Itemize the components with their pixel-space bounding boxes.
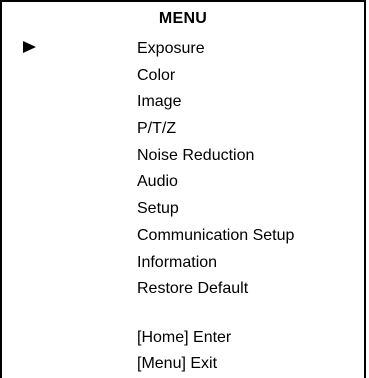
menu-item-label: Noise Reduction xyxy=(137,146,255,164)
menu-item-image[interactable]: Image xyxy=(2,89,364,116)
menu-item-label: Setup xyxy=(137,200,179,218)
enter-hint: [Home] Enter xyxy=(137,329,232,346)
menu-title: MENU xyxy=(158,10,208,27)
menu-item-setup[interactable]: Setup xyxy=(2,196,364,223)
menu-list: Exposure Color Image P/T/Z Noise Reducti… xyxy=(2,36,364,303)
menu-item-label: Color xyxy=(137,66,176,84)
menu-item-restore-default[interactable]: Restore Default xyxy=(2,276,364,303)
menu-item-label: P/T/Z xyxy=(137,120,177,138)
osd-menu-panel: MENU Exposure Color Image P/T/Z Noise Re… xyxy=(0,0,366,378)
menu-item-noise-reduction[interactable]: Noise Reduction xyxy=(2,143,364,170)
menu-item-label: Image xyxy=(137,93,182,111)
menu-item-label: Communication Setup xyxy=(137,226,295,244)
menu-item-communication-setup[interactable]: Communication Setup xyxy=(2,223,364,250)
menu-item-information[interactable]: Information xyxy=(2,250,364,277)
menu-item-exposure[interactable]: Exposure xyxy=(2,36,364,63)
menu-item-label: Audio xyxy=(137,173,178,191)
menu-item-label: Information xyxy=(137,253,218,271)
menu-item-label: Exposure xyxy=(137,40,205,57)
exit-hint: [Menu] Exit xyxy=(137,355,218,372)
menu-item-color[interactable]: Color xyxy=(2,63,364,90)
selection-cursor-icon xyxy=(23,41,36,53)
menu-item-ptz[interactable]: P/T/Z xyxy=(2,116,364,143)
menu-item-audio[interactable]: Audio xyxy=(2,169,364,196)
menu-item-label: Restore Default xyxy=(137,280,249,298)
